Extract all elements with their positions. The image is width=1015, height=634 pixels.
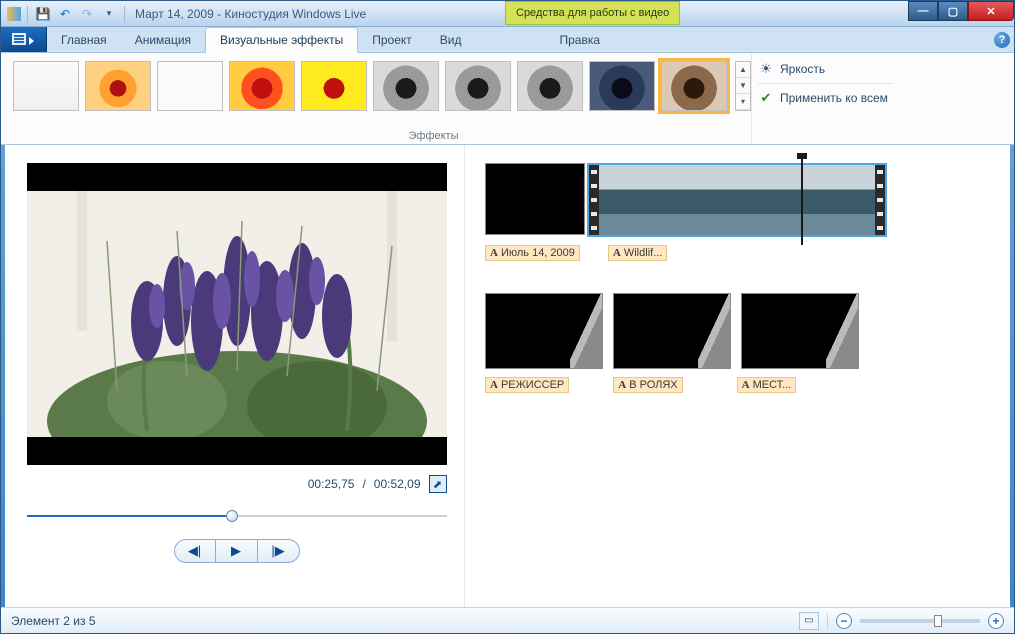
seek-thumb[interactable] — [226, 510, 238, 522]
fullscreen-button[interactable]: ⬈ — [429, 475, 447, 493]
caption-wildlife[interactable]: AWildlif... — [608, 245, 667, 261]
tab-visual-effects[interactable]: Визуальные эффекты — [205, 27, 358, 53]
effect-thumb[interactable] — [85, 61, 151, 111]
effect-thumb[interactable] — [445, 61, 511, 111]
close-button[interactable]: ✕ — [968, 1, 1014, 21]
brightness-label: Яркость — [780, 62, 825, 76]
effect-none[interactable] — [13, 61, 79, 111]
undo-icon[interactable]: ↶ — [56, 5, 74, 23]
status-element-count: Элемент 2 из 5 — [11, 614, 96, 628]
effect-thumb[interactable] — [589, 61, 655, 111]
clip-row-1: AИюль 14, 2009 AWildlif... — [485, 163, 990, 237]
tab-view[interactable]: Вид — [426, 27, 476, 52]
tab-edit[interactable]: Правка — [545, 27, 614, 52]
quick-access-toolbar: 💾 ↶ ↷ ▾ — [7, 5, 127, 23]
time-display-row: 00:25,75/00:52,09 ⬈ — [27, 475, 447, 493]
clip-row-2: AРЕЖИССЕР AВ РОЛЯХ AМЕСТ... — [485, 293, 990, 369]
help-button[interactable]: ? — [990, 27, 1014, 52]
effect-thumb[interactable] — [373, 61, 439, 111]
play-button[interactable]: ▶ — [216, 539, 258, 563]
caption-location[interactable]: AМЕСТ... — [737, 377, 797, 393]
maximize-button[interactable]: ▢ — [938, 1, 968, 21]
credit-clip[interactable] — [485, 293, 603, 369]
playback-controls: ◀| ▶ |▶ — [174, 539, 300, 563]
ribbon-body: ▲ ▼ ▾ Эффекты ☀ Яркость ✔ Применить ко в… — [1, 53, 1014, 145]
credit-clip[interactable] — [741, 293, 859, 369]
scroll-up-icon[interactable]: ▲ — [736, 62, 750, 78]
zoom-slider[interactable] — [860, 619, 980, 623]
minimize-button[interactable]: — — [908, 1, 938, 21]
zoom-thumb[interactable] — [934, 615, 942, 627]
preview-frame — [27, 163, 447, 465]
save-icon[interactable]: 💾 — [34, 5, 52, 23]
file-menu-button[interactable] — [1, 27, 47, 52]
clip-selected-group[interactable] — [587, 163, 887, 237]
apply-all-label: Применить ко всем — [780, 91, 888, 105]
qat-menu-icon[interactable]: ▾ — [100, 5, 118, 23]
effect-thumb[interactable] — [229, 61, 295, 111]
help-icon: ? — [994, 32, 1010, 48]
clip-video-frame[interactable] — [689, 165, 787, 235]
effect-thumb[interactable] — [517, 61, 583, 111]
context-tab-video-tools[interactable]: Средства для работы с видео — [505, 1, 680, 25]
tab-home[interactable]: Главная — [47, 27, 121, 52]
clip-title[interactable] — [485, 163, 585, 235]
redo-icon[interactable]: ↷ — [78, 5, 96, 23]
credit-clip[interactable] — [613, 293, 731, 369]
time-current: 00:25,75 — [308, 477, 355, 491]
brightness-button[interactable]: ☀ Яркость — [758, 61, 893, 77]
preview-image — [27, 191, 447, 437]
zoom-in-button[interactable]: + — [988, 613, 1004, 629]
effect-thumb-selected[interactable] — [661, 61, 727, 111]
caption-cast[interactable]: AВ РОЛЯХ — [613, 377, 682, 393]
statusbar: Элемент 2 из 5 ▭ − + — [1, 607, 1014, 633]
view-toggle-button[interactable]: ▭ — [799, 612, 819, 630]
playhead[interactable] — [801, 157, 803, 245]
scroll-down-icon[interactable]: ▼ — [736, 78, 750, 94]
apply-all-icon: ✔ — [758, 90, 774, 106]
clip-video-frame[interactable] — [589, 165, 689, 235]
app-window: 💾 ↶ ↷ ▾ Март 14, 2009 - Киностудия Windo… — [0, 0, 1015, 634]
caption-director[interactable]: AРЕЖИССЕР — [485, 377, 569, 393]
window-title: Март 14, 2009 - Киностудия Windows Live — [135, 7, 366, 21]
tab-animation[interactable]: Анимация — [121, 27, 205, 52]
effect-thumb[interactable] — [157, 61, 223, 111]
apply-all-button[interactable]: ✔ Применить ко всем — [758, 90, 893, 106]
effect-thumb[interactable] — [301, 61, 367, 111]
app-icon[interactable] — [7, 7, 21, 21]
prev-frame-button[interactable]: ◀| — [174, 539, 216, 563]
gallery-expand[interactable]: ▲ ▼ ▾ — [735, 61, 751, 111]
brightness-icon: ☀ — [758, 61, 774, 77]
zoom-out-button[interactable]: − — [836, 613, 852, 629]
preview-pane: 00:25,75/00:52,09 ⬈ ◀| ▶ |▶ — [5, 145, 465, 607]
time-total: 00:52,09 — [374, 477, 421, 491]
caption-date[interactable]: AИюль 14, 2009 — [485, 245, 580, 261]
ribbon-group-label: Эффекты — [1, 130, 866, 142]
main-area: 00:25,75/00:52,09 ⬈ ◀| ▶ |▶ — [5, 145, 1010, 607]
tab-project[interactable]: Проект — [358, 27, 426, 52]
next-frame-button[interactable]: |▶ — [258, 539, 300, 563]
ribbon-tabs: Главная Анимация Визуальные эффекты Прое… — [1, 27, 1014, 53]
dropdown-icon[interactable]: ▾ — [736, 94, 750, 110]
seek-fill — [27, 515, 233, 517]
storyboard-pane[interactable]: AИюль 14, 2009 AWildlif... AРЕЖИССЕР AВ … — [465, 145, 1010, 607]
titlebar: 💾 ↶ ↷ ▾ Март 14, 2009 - Киностудия Windo… — [1, 1, 1014, 27]
seek-bar[interactable] — [27, 509, 447, 523]
